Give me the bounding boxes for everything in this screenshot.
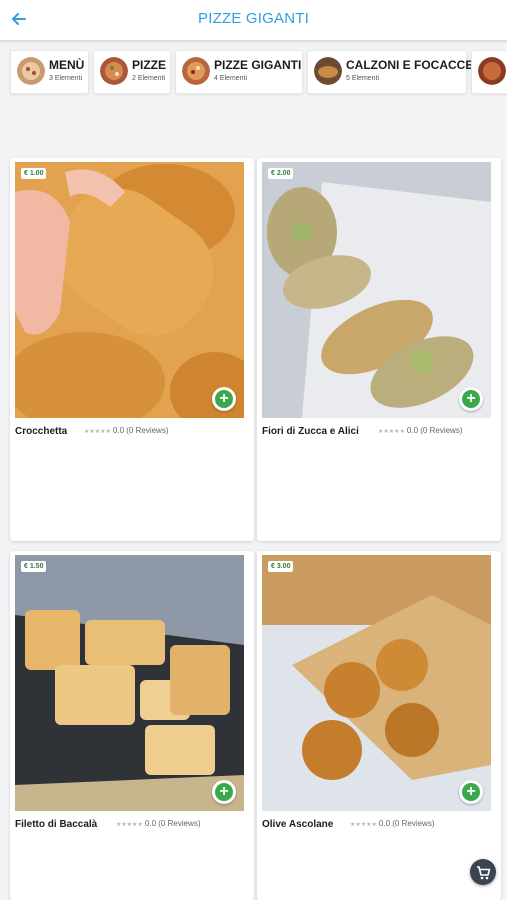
product-image: € 3.00 +	[262, 555, 491, 811]
product-image: € 1.50 +	[15, 555, 244, 811]
category-count: 5 Elementi	[346, 75, 380, 82]
category-title: PIZZE GIGANTI	[214, 58, 302, 72]
cart-icon	[477, 866, 491, 880]
category-strip[interactable]: MENÙ 3 Elementi PIZZE 2 Elementi PIZZE G…	[8, 50, 507, 96]
add-to-cart-button[interactable]: +	[459, 387, 483, 411]
product-rating: ★★★★★ 0.0 (0 Reviews)	[378, 426, 462, 435]
product-image: € 2.00 +	[262, 162, 491, 418]
add-to-cart-button[interactable]: +	[212, 387, 236, 411]
plus-icon: +	[215, 390, 233, 408]
page-title: PIZZE GIGANTI	[198, 10, 309, 27]
category-title: PIZZE	[132, 58, 167, 72]
review-count: 0.0 (0 Reviews)	[406, 426, 463, 435]
category-chip-partial[interactable]	[471, 50, 507, 94]
category-thumbnail	[314, 57, 342, 85]
product-card[interactable]: € 1.00 + Crocchetta ★★★★★ 0.0 (0 Reviews)	[10, 158, 254, 541]
product-name: Filetto di Baccalà	[15, 819, 98, 830]
product-name: Fiori di Zucca e Alici	[262, 426, 359, 437]
price-badge: € 2.00	[268, 168, 294, 179]
category-count: 4 Elementi	[214, 75, 248, 82]
star-rating-icon: ★★★★★	[378, 429, 405, 435]
category-title: MENÙ	[49, 58, 85, 72]
price-badge: € 1.50	[21, 561, 47, 572]
product-name: Crocchetta	[15, 426, 68, 437]
star-rating-icon: ★★★★★	[116, 822, 143, 828]
product-rating: ★★★★★ 0.0 (0 Reviews)	[350, 819, 434, 828]
add-to-cart-button[interactable]: +	[212, 780, 236, 804]
product-image: € 1.00 +	[15, 162, 244, 418]
category-thumbnail	[182, 57, 210, 85]
category-thumbnail	[100, 57, 128, 85]
star-rating-icon: ★★★★★	[84, 429, 111, 435]
star-rating-icon: ★★★★★	[350, 822, 377, 828]
review-count: 0.0 (0 Reviews)	[112, 426, 169, 435]
product-name: Olive Ascolane	[262, 819, 334, 830]
product-rating: ★★★★★ 0.0 (0 Reviews)	[116, 819, 200, 828]
cart-button[interactable]	[470, 859, 496, 885]
category-chip-pizze-giganti[interactable]: PIZZE GIGANTI 4 Elementi	[175, 50, 303, 94]
plus-icon: +	[215, 783, 233, 801]
plus-icon: +	[462, 390, 480, 408]
category-chip-pizze[interactable]: PIZZE 2 Elementi	[93, 50, 171, 94]
price-badge: € 3.00	[268, 561, 294, 572]
top-app-bar: PIZZE GIGANTI	[0, 0, 507, 41]
product-card[interactable]: € 3.00 + Olive Ascolane ★★★★★ 0.0 (0 Revi…	[257, 551, 501, 900]
category-title: CALZONI E FOCACCE	[346, 58, 474, 72]
category-thumbnail	[17, 57, 45, 85]
category-count: 3 Elementi	[49, 75, 83, 82]
product-card[interactable]: € 2.00 + Fiori di Zucca e Alici ★★★★★ 0.0…	[257, 158, 501, 541]
plus-icon: +	[462, 783, 480, 801]
category-count: 2 Elementi	[132, 75, 166, 82]
category-chip-calzoni-e-focacce[interactable]: CALZONI E FOCACCE 5 Elementi	[307, 50, 473, 94]
add-to-cart-button[interactable]: +	[459, 780, 483, 804]
product-rating: ★★★★★ 0.0 (0 Reviews)	[84, 426, 168, 435]
category-thumbnail	[478, 57, 506, 85]
review-count: 0.0 (0 Reviews)	[144, 819, 201, 828]
review-count: 0.0 (0 Reviews)	[378, 819, 435, 828]
category-chip-menu[interactable]: MENÙ 3 Elementi	[10, 50, 89, 94]
price-badge: € 1.00	[21, 168, 47, 179]
product-card[interactable]: € 1.50 + Filetto di Baccalà ★★★★★ 0.0 (0 …	[10, 551, 254, 900]
